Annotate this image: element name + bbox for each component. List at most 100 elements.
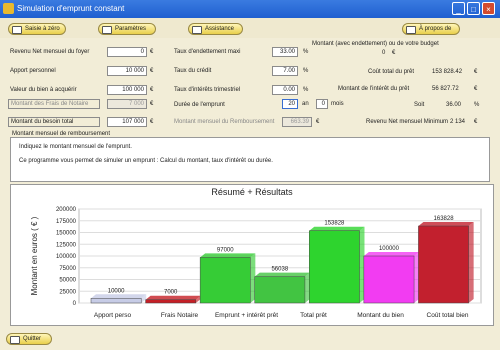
about-button[interactable]: À propos de: [402, 23, 460, 35]
max-debt-rate-unit: %: [303, 49, 309, 55]
bar-value-label: 56038: [271, 267, 288, 273]
budget-header-unit: €: [392, 50, 396, 56]
parameters-label: Paramètres: [115, 26, 147, 32]
help-button[interactable]: Assistance: [188, 23, 243, 35]
window-title: Simulation d'emprunt constant: [17, 4, 125, 13]
y-tick-label: 175000: [56, 219, 77, 225]
personal-contribution-label: Apport personnel: [10, 68, 56, 74]
total-cost-unit: €: [474, 69, 478, 75]
y-tick-label: 0: [73, 301, 77, 307]
y-tick-label: 50000: [59, 278, 76, 284]
bar: [199, 257, 251, 304]
about-label: À propos de: [419, 26, 452, 32]
category-label: Apport perso: [94, 312, 132, 319]
total-cost-label: Coût total du prêt: [368, 69, 415, 75]
max-debt-rate-label: Taux d'endettement maxi: [174, 49, 241, 55]
bottom-bar: Quitter: [0, 330, 500, 350]
notary-fees-unit: €: [150, 101, 154, 107]
info-line-2: Ce programme vous permet de simuler un e…: [19, 158, 273, 164]
category-label: Total prêt: [300, 312, 327, 319]
credit-rate-input[interactable]: 7.00: [272, 66, 298, 76]
maximize-button[interactable]: □: [467, 2, 480, 15]
bar-value-label: 7000: [164, 290, 178, 296]
quarterly-rate-unit: %: [303, 87, 309, 93]
monthly-repayment-unit: €: [316, 119, 320, 125]
bar-top: [200, 253, 256, 258]
quit-label: Quitter: [23, 336, 42, 342]
title-bar: Simulation d'emprunt constant _ □ ×: [0, 0, 500, 18]
bar-value-label: 163828: [434, 216, 455, 222]
interest-ratio-value: 36.00: [446, 102, 462, 108]
max-debt-rate-input[interactable]: 33.00: [272, 47, 298, 57]
total-cost-value: 153 828.42: [432, 69, 463, 75]
new-icon: [12, 26, 22, 34]
category-label: Montant du bien: [357, 312, 404, 319]
budget-header-value: 0: [382, 50, 386, 56]
bar: [418, 225, 469, 304]
bar: [90, 298, 142, 304]
chart-ylabel: Montant en euros ( € ): [30, 216, 39, 295]
loan-duration-label: Durée de l'emprunt: [174, 102, 225, 108]
notary-fees-input: 7 000: [107, 99, 147, 109]
bar-value-label: 97000: [217, 247, 234, 253]
budget-header-label: Montant (avec endettement) ou de votre b…: [312, 41, 439, 47]
settings-icon: [102, 26, 112, 34]
interest-amount-unit: €: [474, 86, 478, 92]
property-value-unit: €: [150, 87, 154, 93]
total-need-input[interactable]: 107 000: [107, 117, 147, 127]
min-income-unit: €: [474, 119, 478, 125]
info-panel: Indiquez le montant mensuel de l'emprunt…: [10, 137, 490, 182]
bar-top: [309, 226, 365, 231]
y-tick-label: 150000: [56, 231, 77, 237]
info-icon: [406, 26, 416, 34]
personal-contribution-unit: €: [150, 68, 154, 74]
parameters-button[interactable]: Paramètres: [98, 23, 156, 35]
toolbar: Saisie à zéro Paramètres Assistance À pr…: [0, 18, 500, 38]
new-simulation-label: Saisie à zéro: [25, 26, 60, 32]
loan-duration-months-unit: mois: [331, 101, 344, 107]
interest-ratio-unit: %: [474, 102, 480, 108]
new-simulation-button[interactable]: Saisie à zéro: [8, 23, 66, 35]
credit-rate-unit: %: [303, 68, 309, 74]
bar-value-label: 100000: [379, 246, 400, 252]
quarterly-rate-label: Taux d'intérêts trimestriel: [174, 87, 241, 93]
bar-top: [145, 295, 201, 300]
personal-contribution-input[interactable]: 10 000: [107, 66, 147, 76]
property-value-input[interactable]: 100 000: [107, 85, 147, 95]
monthly-repayment-label: Montant mensuel du Remboursement: [174, 119, 275, 125]
quit-button[interactable]: Quitter: [6, 333, 52, 345]
net-income-label: Revenu Net mensuel du foyer: [10, 49, 90, 55]
y-tick-label: 75000: [59, 266, 76, 272]
loan-duration-years-input[interactable]: 20: [282, 99, 298, 109]
bar: [363, 255, 415, 304]
minimize-button[interactable]: _: [452, 2, 465, 15]
bar-top: [91, 294, 147, 299]
interest-amount-value: 56 827.72: [432, 86, 459, 92]
quarterly-rate-input[interactable]: 0.00: [272, 85, 298, 95]
close-button[interactable]: ×: [482, 2, 495, 15]
y-tick-label: 200000: [56, 207, 77, 213]
bar: [145, 299, 197, 304]
category-label: Emprunt + intérêt prêt: [215, 312, 278, 319]
bar-top: [363, 252, 420, 256]
bar-value-label: 153828: [324, 221, 345, 227]
chart-title: Résumé + Résultats: [211, 187, 293, 197]
monthly-repayment-input: 663.39: [282, 117, 312, 127]
loan-duration-months-input[interactable]: 0: [316, 99, 328, 109]
bar: [309, 230, 360, 304]
net-income-input[interactable]: 0: [107, 47, 147, 57]
chart-svg: Résumé + Résultats Montant en euros ( € …: [30, 187, 482, 319]
min-income-label: Revenu Net mensuel Minimum: [366, 119, 449, 125]
category-label: Frais Notaire: [161, 312, 199, 319]
info-line-1: Indiquez le montant mensuel de l'emprunt…: [19, 144, 132, 150]
bar-value-label: 10000: [108, 288, 125, 294]
total-need-label: Montant du besoin total: [8, 117, 100, 127]
help-icon: [192, 26, 202, 34]
category-label: Coût total bien: [427, 312, 469, 319]
interest-ratio-label: Soit: [414, 102, 425, 108]
credit-rate-label: Taux du crédit: [174, 68, 212, 74]
notary-fees-label: Montant des Frais de Notaire: [8, 99, 100, 109]
min-income-value: 2 134: [450, 119, 466, 125]
help-label: Assistance: [205, 26, 235, 32]
bar-top: [418, 222, 474, 227]
